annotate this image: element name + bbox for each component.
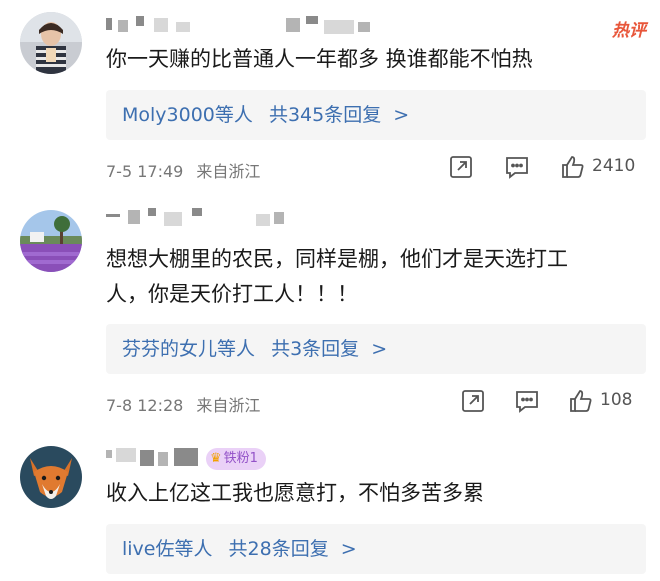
- fan-badge-label: 铁粉1: [223, 451, 258, 466]
- comment-1: 热评 你一天赚的比普通人一年都多 换谁都能不怕热 Moly3000等人 共345…: [0, 0, 660, 190]
- username-mosaic[interactable]: ♛ 铁粉1: [106, 448, 386, 470]
- comment-text-line-1: 想想大棚里的农民，同样是棚，他们才是天选打工: [106, 247, 568, 271]
- comment-date: 7-8 12:28: [106, 396, 184, 415]
- replies-link[interactable]: 芬芬的女儿等人 共3条回复 >: [106, 324, 646, 374]
- avatar[interactable]: [20, 12, 82, 74]
- like-icon[interactable]: [560, 154, 586, 180]
- comment-actions: 2410: [448, 154, 648, 182]
- comment-meta: 7-5 17:49 来自浙江: [106, 158, 260, 182]
- chevron-right-icon: >: [340, 538, 357, 560]
- comment-text: 收入上亿这工我也愿意打，不怕多苦多累: [106, 481, 484, 505]
- replies-who: Moly3000等人: [122, 104, 253, 126]
- comment-text: 你一天赚的比普通人一年都多 换谁都能不怕热: [106, 47, 533, 71]
- comment-location: 来自浙江: [196, 162, 261, 181]
- chevron-right-icon: >: [393, 104, 410, 126]
- comment-date: 7-5 17:49: [106, 162, 184, 181]
- avatar[interactable]: [20, 210, 82, 272]
- username-mosaic[interactable]: [106, 16, 386, 38]
- avatar[interactable]: [20, 446, 82, 508]
- replies-count: 共345条回复: [268, 104, 382, 126]
- hot-badge: 热评: [612, 21, 646, 41]
- comment-actions: 108: [460, 388, 648, 416]
- replies-count: 共28条回复: [228, 538, 329, 560]
- like-icon[interactable]: [568, 388, 594, 414]
- comment-2: 想想大棚里的农民，同样是棚，他们才是天选打工 人，你是天价打工人！！！ 芬芬的女…: [0, 190, 660, 430]
- replies-link[interactable]: Moly3000等人 共345条回复 >: [106, 90, 646, 140]
- comment-icon[interactable]: [504, 154, 530, 180]
- comment-3: ♛ 铁粉1 收入上亿这工我也愿意打，不怕多苦多累 live佐等人 共28条回复 >: [0, 430, 660, 581]
- share-icon[interactable]: [460, 388, 486, 414]
- share-icon[interactable]: [448, 154, 474, 180]
- fan-badge: ♛ 铁粉1: [206, 448, 266, 470]
- like-count: 108: [600, 390, 633, 410]
- replies-link[interactable]: live佐等人 共28条回复 >: [106, 524, 646, 574]
- chevron-right-icon: >: [371, 338, 388, 360]
- comment-text-line-2: 人，你是天价打工人！！！: [106, 282, 358, 306]
- comment-icon[interactable]: [514, 388, 540, 414]
- like-count: 2410: [592, 156, 636, 176]
- replies-who: 芬芬的女儿等人: [122, 338, 256, 360]
- comment-location: 来自浙江: [196, 396, 261, 415]
- username-mosaic[interactable]: [106, 208, 386, 230]
- replies-count: 共3条回复: [271, 338, 360, 360]
- comment-text: 想想大棚里的农民，同样是棚，他们才是天选打工 人，你是天价打工人！！！: [106, 242, 630, 312]
- comment-meta: 7-8 12:28 来自浙江: [106, 392, 260, 416]
- replies-who: live佐等人: [122, 538, 213, 560]
- crown-icon: ♛: [210, 451, 222, 466]
